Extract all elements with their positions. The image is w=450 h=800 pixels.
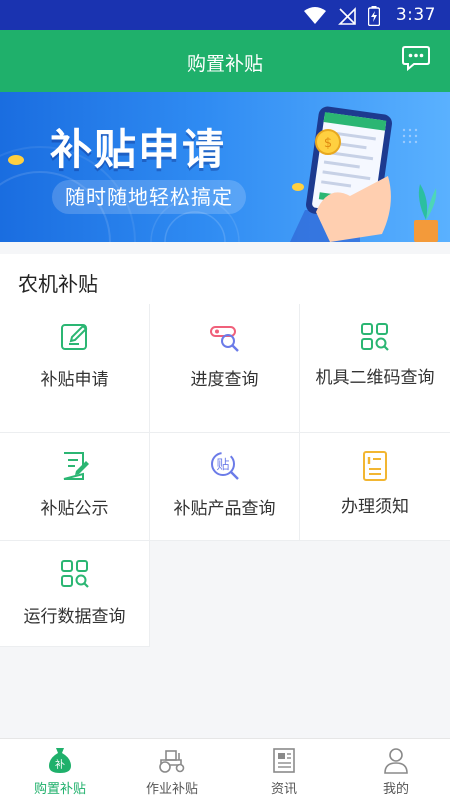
plant-illustration <box>414 184 438 242</box>
tab-purchase-subsidy[interactable]: 补 购置补贴 <box>4 739 116 800</box>
grid-item-subsidy-notice[interactable]: 补贴公示 <box>0 433 150 541</box>
banner-subtitle: 随时随地轻松搞定 <box>52 180 246 214</box>
grid-item-operation-data[interactable]: 运行数据查询 <box>0 541 150 647</box>
status-bar: 3:37 <box>0 0 450 30</box>
data-grid-search-icon <box>61 560 89 588</box>
news-icon <box>273 748 295 773</box>
no-signal-icon <box>338 7 356 25</box>
section-title: 农机补贴 <box>18 272 98 296</box>
tab-label: 作业补贴 <box>145 782 198 797</box>
grid-item-progress-query[interactable]: 进度查询 <box>150 304 300 433</box>
grid-item-label: 补贴产品查询 <box>173 499 276 519</box>
app-bar: 购置补贴 <box>0 30 450 92</box>
money-bag-icon: 补 <box>49 748 71 773</box>
wifi-icon <box>304 7 326 24</box>
tab-label: 我的 <box>382 782 409 797</box>
status-time: 3:37 <box>395 5 436 25</box>
grid-item-qr-query[interactable]: 机具二维码查询 <box>300 304 450 433</box>
grid-item-label: 补贴申请 <box>40 370 109 390</box>
battery-charging-icon <box>368 6 380 26</box>
grid-item-label: 补贴公示 <box>40 499 109 519</box>
banner-title: 补贴申请 <box>50 125 227 174</box>
tab-label: 资讯 <box>270 782 297 797</box>
bottom-tab-bar: 补 购置补贴 作业补贴 资讯 我的 <box>0 738 450 800</box>
grid-item-label: 办理须知 <box>341 497 409 517</box>
subsidy-search-icon: 贴 <box>211 452 239 480</box>
grid-item-guide[interactable]: 办理须知 <box>300 433 450 541</box>
promo-banner[interactable]: $ 补贴申请 随时随地轻松搞定 <box>0 92 450 242</box>
subsidy-glyph: 贴 <box>216 458 229 473</box>
tab-mine[interactable]: 我的 <box>340 739 450 800</box>
notice-list-icon <box>363 451 387 481</box>
grid-item-label: 进度查询 <box>190 370 259 390</box>
grid-item-label: 机具二维码查询 <box>315 368 435 388</box>
grid-item-product-query[interactable]: 贴 补贴产品查询 <box>150 433 300 541</box>
bag-glyph: 补 <box>55 758 65 771</box>
tab-operation-subsidy[interactable]: 作业补贴 <box>116 739 228 800</box>
grid-item-subsidy-apply[interactable]: 补贴申请 <box>0 304 150 433</box>
edit-icon <box>61 324 88 350</box>
user-icon <box>384 748 408 774</box>
qr-grid-search-icon <box>361 323 389 351</box>
tab-news[interactable]: 资讯 <box>228 739 340 800</box>
tab-label: 购置补贴 <box>33 782 86 797</box>
progress-search-icon <box>210 326 239 352</box>
svg-text:$: $ <box>324 136 332 151</box>
chat-bubble-icon[interactable] <box>402 45 430 71</box>
status-icons <box>304 6 380 26</box>
dot-pattern <box>402 128 418 144</box>
section-header: 农机补贴 <box>0 254 450 304</box>
page-title: 购置补贴 <box>186 53 263 75</box>
tractor-icon <box>159 750 185 773</box>
grid-item-label: 运行数据查询 <box>23 607 126 627</box>
notice-edit-icon <box>63 452 89 480</box>
